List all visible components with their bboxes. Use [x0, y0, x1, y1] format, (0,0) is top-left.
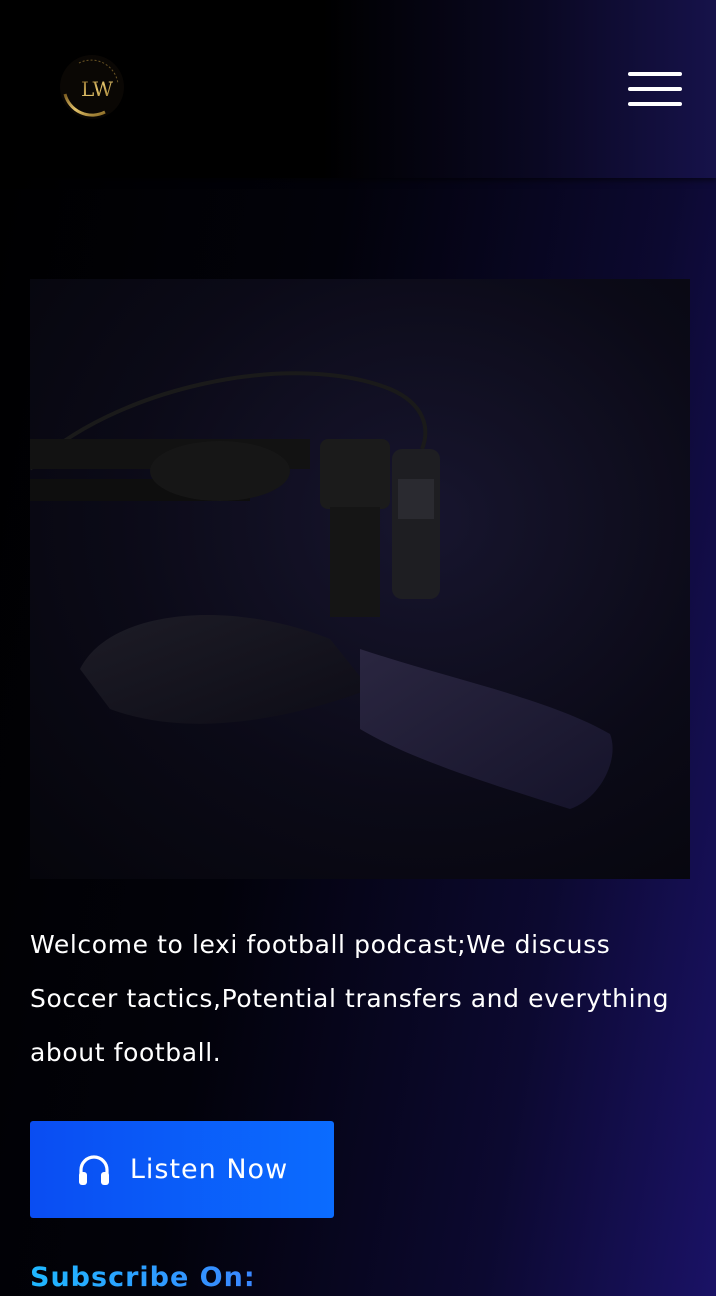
- subscribe-heading: Subscribe On:: [30, 1262, 256, 1293]
- listen-now-label: Listen Now: [129, 1154, 289, 1185]
- headphones-icon: [78, 1154, 109, 1185]
- site-header: LW: [0, 0, 716, 178]
- hamburger-menu-button[interactable]: [624, 68, 686, 110]
- logo-monogram: LW: [81, 77, 114, 101]
- welcome-text: Welcome to lexi football podcast;We disc…: [30, 930, 670, 1067]
- podcast-microphone-image: [30, 279, 690, 879]
- listen-now-button[interactable]: Listen Now: [30, 1121, 334, 1218]
- site-logo[interactable]: LW: [59, 54, 125, 120]
